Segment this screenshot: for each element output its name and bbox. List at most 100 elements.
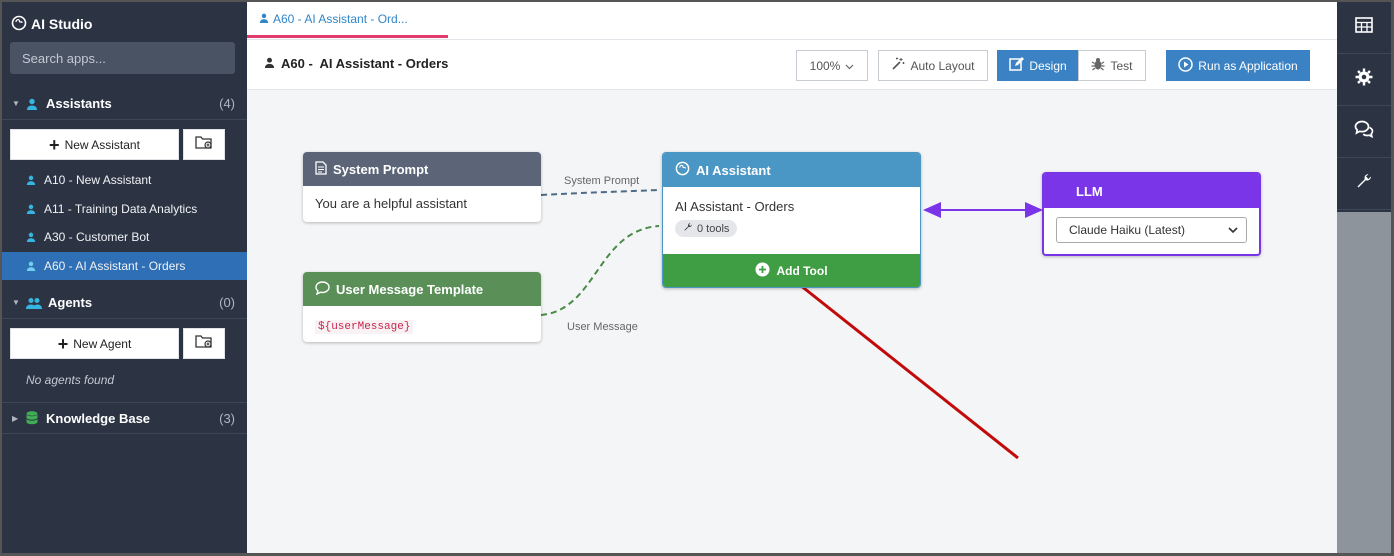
zoom-select[interactable]: 100% <box>796 50 868 81</box>
wrench-icon <box>1355 172 1373 195</box>
brain-icon <box>675 161 690 179</box>
rail-toolbar <box>1337 2 1391 212</box>
document-icon <box>315 160 327 178</box>
sidebar-item-label: A30 - Customer Bot <box>44 230 150 244</box>
tools-badge-text: 0 tools <box>697 222 730 235</box>
node-title: LLM <box>1076 183 1103 199</box>
user-message-template-node[interactable]: User Message Template ${userMessage} <box>303 272 541 342</box>
design-label: Design <box>1029 58 1067 73</box>
play-circle-icon <box>1178 56 1194 75</box>
node-header: LLM <box>1044 174 1259 208</box>
sidebar-item-a30[interactable]: A30 - Customer Bot <box>2 223 247 251</box>
node-header: User Message Template <box>303 272 541 306</box>
page-title: A60 - AI Assistant - Orders <box>264 56 448 71</box>
person-icon <box>26 204 40 214</box>
assistant-name: AI Assistant - Orders <box>675 199 795 214</box>
folder-add-icon <box>195 134 213 155</box>
node-header: AI Assistant <box>663 153 920 187</box>
new-agent-folder-button[interactable] <box>183 328 225 359</box>
node-title: User Message Template <box>336 281 484 297</box>
database-icon <box>26 411 42 425</box>
new-assistant-label: New Assistant <box>64 137 140 152</box>
sidebar-item-a11[interactable]: A11 - Training Data Analytics <box>2 195 247 223</box>
model-select-value: Claude Haiku (Latest) <box>1069 223 1186 237</box>
node-body: You are a helpful assistant <box>315 196 468 211</box>
tab-a60[interactable]: A60 - AI Assistant - Ord... <box>247 2 448 38</box>
add-tool-button[interactable]: Add Tool <box>663 254 920 287</box>
person-icon <box>26 98 42 110</box>
wrench-icon <box>683 222 693 235</box>
sidebar-item-label: A10 - New Assistant <box>44 173 152 187</box>
people-icon <box>26 297 42 309</box>
test-button[interactable]: Test <box>1078 50 1146 81</box>
llm-node[interactable]: LLM Claude Haiku (Latest) <box>1042 172 1261 256</box>
folder-add-icon <box>195 333 213 354</box>
edge-label-system-prompt: System Prompt <box>564 175 640 187</box>
annotation-arrow <box>765 252 1019 460</box>
plus-circle-icon <box>755 262 770 280</box>
section-label: Knowledge Base <box>46 410 151 426</box>
add-tool-label: Add Tool <box>776 263 828 278</box>
run-label: Run as Application <box>1198 58 1298 73</box>
section-count: (3) <box>219 410 235 426</box>
tab-bar: A60 - AI Assistant - Ord... <box>247 2 1337 40</box>
new-folder-button[interactable] <box>183 129 225 160</box>
person-icon <box>26 232 40 242</box>
chevron-down-icon <box>845 59 854 73</box>
edge-label-user-message: User Message <box>567 321 638 333</box>
caret-down-icon: ▼ <box>12 298 20 307</box>
new-assistant-button[interactable]: + New Assistant <box>10 129 179 160</box>
edge-user-message <box>540 225 660 316</box>
app-window: AI Studio ▼ Assistants (4) + New Assista… <box>2 2 1391 553</box>
auto-layout-label: Auto Layout <box>910 58 975 73</box>
sidebar: AI Studio ▼ Assistants (4) + New Assista… <box>2 2 247 553</box>
table-icon <box>1355 17 1373 38</box>
tools-badge: 0 tools <box>675 220 738 237</box>
model-select[interactable]: Claude Haiku (Latest) <box>1056 217 1247 243</box>
search-input[interactable] <box>10 42 235 74</box>
flow-canvas[interactable]: System Prompt User Message System Prompt… <box>247 90 1337 553</box>
edit-icon <box>1009 56 1025 75</box>
tools-button[interactable] <box>1337 158 1391 210</box>
section-count: (0) <box>219 295 235 310</box>
sidebar-item-a10[interactable]: A10 - New Assistant <box>2 166 247 194</box>
design-button[interactable]: Design <box>997 50 1079 81</box>
section-knowledge-base[interactable]: ▶ Knowledge Base (3) <box>2 402 247 434</box>
auto-layout-button[interactable]: Auto Layout <box>878 50 988 81</box>
app-title-text: AI Studio <box>31 16 93 32</box>
person-icon <box>26 175 40 185</box>
plus-icon: + <box>49 134 60 155</box>
edge-system-prompt <box>540 189 660 196</box>
gear-icon <box>1355 68 1373 91</box>
settings-button[interactable] <box>1337 54 1391 106</box>
chat-button[interactable] <box>1337 106 1391 158</box>
empty-state-text: No agents found <box>26 373 115 387</box>
person-icon <box>264 56 275 71</box>
caret-right-icon: ▶ <box>12 413 19 423</box>
comment-icon <box>315 280 330 298</box>
table-button[interactable] <box>1337 2 1391 54</box>
new-agent-button[interactable]: + New Agent <box>10 328 179 359</box>
chat-icon <box>1354 120 1374 143</box>
page-title-text: A60 - AI Assistant - Orders <box>281 56 449 71</box>
magic-wand-icon <box>891 57 905 74</box>
sidebar-item-label: A60 - AI Assistant - Orders <box>44 259 186 273</box>
test-label: Test <box>1110 58 1133 73</box>
section-label: Agents <box>48 295 93 310</box>
ai-assistant-node[interactable]: AI Assistant AI Assistant - Orders 0 too… <box>662 152 921 288</box>
template-variable: ${userMessage} <box>315 320 414 334</box>
node-title: AI Assistant <box>696 162 771 178</box>
caret-down-icon: ▼ <box>12 99 20 108</box>
sidebar-item-a60[interactable]: A60 - AI Assistant - Orders <box>2 252 247 280</box>
run-as-application-button[interactable]: Run as Application <box>1166 50 1310 81</box>
person-icon <box>26 261 40 271</box>
section-assistants[interactable]: ▼ Assistants (4) <box>2 88 247 120</box>
sidebar-item-label: A11 - Training Data Analytics <box>44 202 198 216</box>
section-label: Assistants <box>46 96 112 111</box>
system-prompt-node[interactable]: System Prompt You are a helpful assistan… <box>303 152 541 222</box>
section-agents[interactable]: ▼ Agents (0) <box>2 287 247 319</box>
new-agent-label: New Agent <box>73 336 132 351</box>
node-body: ${userMessage} <box>303 306 541 342</box>
node-title: System Prompt <box>333 161 429 177</box>
zoom-value: 100% <box>809 58 841 73</box>
